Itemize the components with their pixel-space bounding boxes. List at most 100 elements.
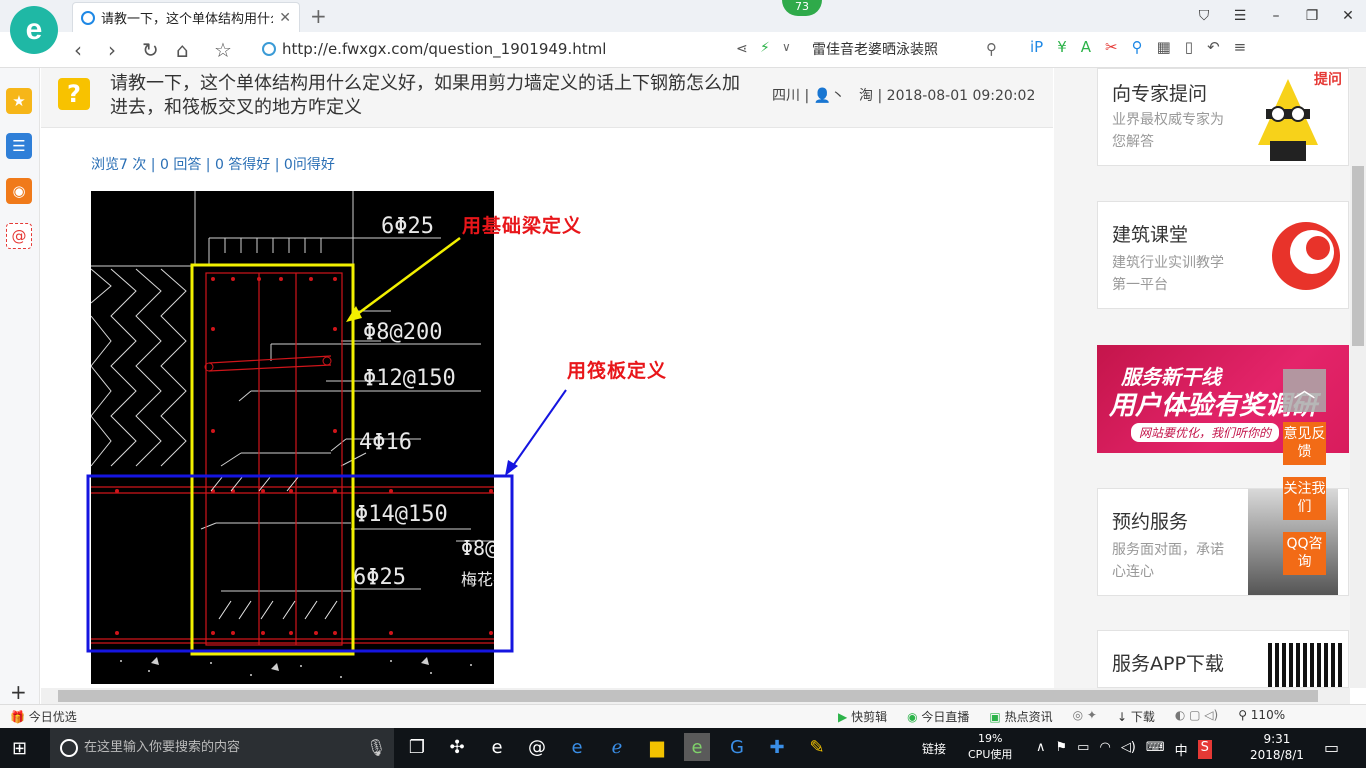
search-ext-icon[interactable]: ⚲: [1132, 38, 1143, 56]
phone-icon[interactable]: ▯: [1185, 38, 1193, 56]
back-icon[interactable]: ‹: [74, 38, 82, 62]
taskbar-search-input[interactable]: 在这里输入你要搜索的内容: [50, 728, 394, 768]
annotation-raft-label: 用筏板定义: [567, 360, 668, 382]
search-input[interactable]: 雷佳音老婆晒泳装照: [812, 38, 1008, 62]
windows-start-icon[interactable]: ⊞: [12, 738, 27, 759]
volume-icon[interactable]: ◁): [1121, 740, 1136, 759]
weibo-icon[interactable]: ◉: [6, 178, 32, 204]
task-view-icon[interactable]: ❐: [404, 733, 430, 761]
scroll-top-button[interactable]: ︿: [1283, 369, 1326, 412]
app-download-card[interactable]: 服务APP下载: [1097, 630, 1349, 688]
bell-icon[interactable]: ⚑: [1056, 740, 1068, 759]
refresh-icon[interactable]: ↻: [142, 38, 159, 62]
skin-icon[interactable]: ⛉: [1186, 0, 1222, 32]
share-icon[interactable]: ⋖: [736, 41, 748, 57]
mail-icon[interactable]: @: [6, 223, 32, 249]
taskbar-link-label[interactable]: 链接: [922, 740, 946, 757]
scissors-icon[interactable]: ✂: [1105, 38, 1118, 56]
restore-icon[interactable]: ❐: [1294, 0, 1330, 32]
dropdown-icon[interactable]: ∨: [782, 40, 791, 54]
news-status-icon: ▣: [989, 710, 1001, 724]
home-icon[interactable]: ⌂: [176, 38, 189, 62]
follow-us-button[interactable]: 关注我们: [1283, 477, 1326, 520]
status-left-label: 今日优选: [28, 710, 77, 724]
news-icon[interactable]: ☰: [6, 133, 32, 159]
security-icon: [262, 42, 276, 56]
left-sidebar: [0, 68, 40, 708]
minimize-icon[interactable]: –: [1258, 0, 1294, 32]
address-bar[interactable]: http://e.fwxgx.com/question_1901949.html: [262, 40, 606, 58]
zoom-button[interactable]: ⚲ 110%: [1238, 708, 1285, 725]
taskbar-apps: ❐ ✣ e @ e ℯ ▆ e G ✚ ✎: [404, 733, 830, 761]
add-sidebar-icon[interactable]: +: [10, 680, 27, 704]
speed-icon[interactable]: ⚡: [760, 40, 770, 56]
qr-code-icon: [1268, 643, 1342, 687]
question-stats[interactable]: 浏览7 次 | 0 回答 | 0 答得好 | 0问得好: [91, 154, 335, 174]
sogou-icon[interactable]: S: [1197, 740, 1212, 759]
cpu-label: CPU使用: [968, 748, 1013, 761]
menu-more-icon[interactable]: ≡: [1234, 38, 1247, 56]
ime-indicator[interactable]: 中: [1175, 740, 1188, 759]
close-icon[interactable]: ✕: [1330, 0, 1366, 32]
translate-icon[interactable]: A: [1081, 38, 1091, 56]
menu-icon[interactable]: ☰: [1222, 0, 1258, 32]
keyboard-icon[interactable]: ⌨: [1146, 740, 1165, 759]
edge-icon[interactable]: e: [564, 733, 590, 761]
booking-card-title: 预约服务: [1112, 511, 1189, 533]
feedback-button[interactable]: 意见反馈: [1283, 422, 1326, 465]
tray-up-icon[interactable]: ∧: [1036, 740, 1046, 759]
expert-card-subtitle: 业界最权威专家为您解答: [1112, 112, 1224, 150]
browser-logo[interactable]: e: [10, 6, 58, 54]
notes-app-icon[interactable]: ✎: [804, 733, 830, 761]
apps-icon[interactable]: ▦: [1157, 38, 1171, 56]
forward-icon[interactable]: ›: [108, 38, 116, 62]
fan-app-icon[interactable]: ✣: [444, 733, 470, 761]
microphone-icon[interactable]: 🎙: [366, 738, 386, 757]
notification-center-icon[interactable]: ▭: [1324, 738, 1339, 757]
horizontal-scroll-thumb[interactable]: [58, 690, 1318, 702]
browser-tab[interactable]: 请教一下，这个单体结构用什么定 ✕: [72, 2, 300, 32]
annotation-beam-label: 用基础梁定义: [462, 215, 583, 237]
tab-close-icon[interactable]: ✕: [279, 10, 291, 26]
wifi-icon[interactable]: ◠: [1099, 740, 1110, 759]
favorites-icon[interactable]: ★: [6, 88, 32, 114]
course-card[interactable]: 建筑课堂 建筑行业实训教学第一平台: [1097, 201, 1349, 309]
cpu-usage: 19% CPU使用: [968, 731, 1012, 763]
quick-edit-button[interactable]: ▶ 快剪辑: [838, 708, 887, 725]
plus-app-icon[interactable]: ✚: [764, 733, 790, 761]
status-left[interactable]: 🎁 今日优选: [10, 708, 77, 725]
ie-icon[interactable]: ℯ: [604, 733, 630, 761]
shield-ext-icon[interactable]: ¥: [1057, 38, 1067, 56]
cad-drawing-svg: 6Φ25 Φ8@200 Φ12@150 4Φ16 Φ14@150 6Φ25 Φ8…: [91, 191, 494, 678]
ip-icon[interactable]: iP: [1030, 38, 1043, 56]
download-button[interactable]: ↓ 下载: [1117, 708, 1155, 725]
url-text: http://e.fwxgx.com/question_1901949.html: [282, 40, 607, 58]
download-label: 下载: [1130, 710, 1155, 724]
label-side-bar: Φ12@150: [363, 366, 456, 391]
label-top-bar: 6Φ25: [381, 214, 434, 239]
window-controls: ⛉ ☰ – ❐ ✕: [1186, 0, 1366, 32]
clock-date: 2018/8/1: [1250, 748, 1304, 762]
battery-icon[interactable]: ▭: [1077, 740, 1089, 759]
active-browser-icon[interactable]: e: [684, 733, 710, 761]
search-icon[interactable]: ⚲: [986, 40, 997, 58]
glodon-icon[interactable]: G: [724, 733, 750, 761]
qq-consult-button[interactable]: QQ咨询: [1283, 532, 1326, 575]
zoom-label: 110%: [1250, 708, 1286, 722]
expert-card-title: 向专家提问: [1112, 83, 1208, 105]
undo-icon[interactable]: ↶: [1207, 38, 1220, 56]
new-tab-icon[interactable]: +: [310, 4, 327, 28]
edge-browser-icon[interactable]: e: [484, 733, 510, 761]
hot-news-button[interactable]: ▣ 热点资讯: [989, 708, 1052, 725]
play-icon: ▶: [838, 710, 848, 724]
expert-card[interactable]: 向专家提问 业界最权威专家为您解答 提问: [1097, 68, 1349, 166]
spiral-app-icon[interactable]: @: [524, 733, 550, 761]
vertical-scrollbar[interactable]: [1350, 68, 1366, 688]
taskbar-clock[interactable]: 9:31 2018/8/1: [1250, 731, 1304, 763]
live-button[interactable]: ◉ 今日直播: [907, 708, 969, 725]
vertical-scroll-thumb[interactable]: [1352, 166, 1364, 346]
folder-icon[interactable]: ▆: [644, 733, 670, 761]
live-icon: ◉: [907, 710, 918, 724]
clock-time: 9:31: [1263, 732, 1291, 746]
bookmark-star-icon[interactable]: ☆: [214, 38, 232, 62]
